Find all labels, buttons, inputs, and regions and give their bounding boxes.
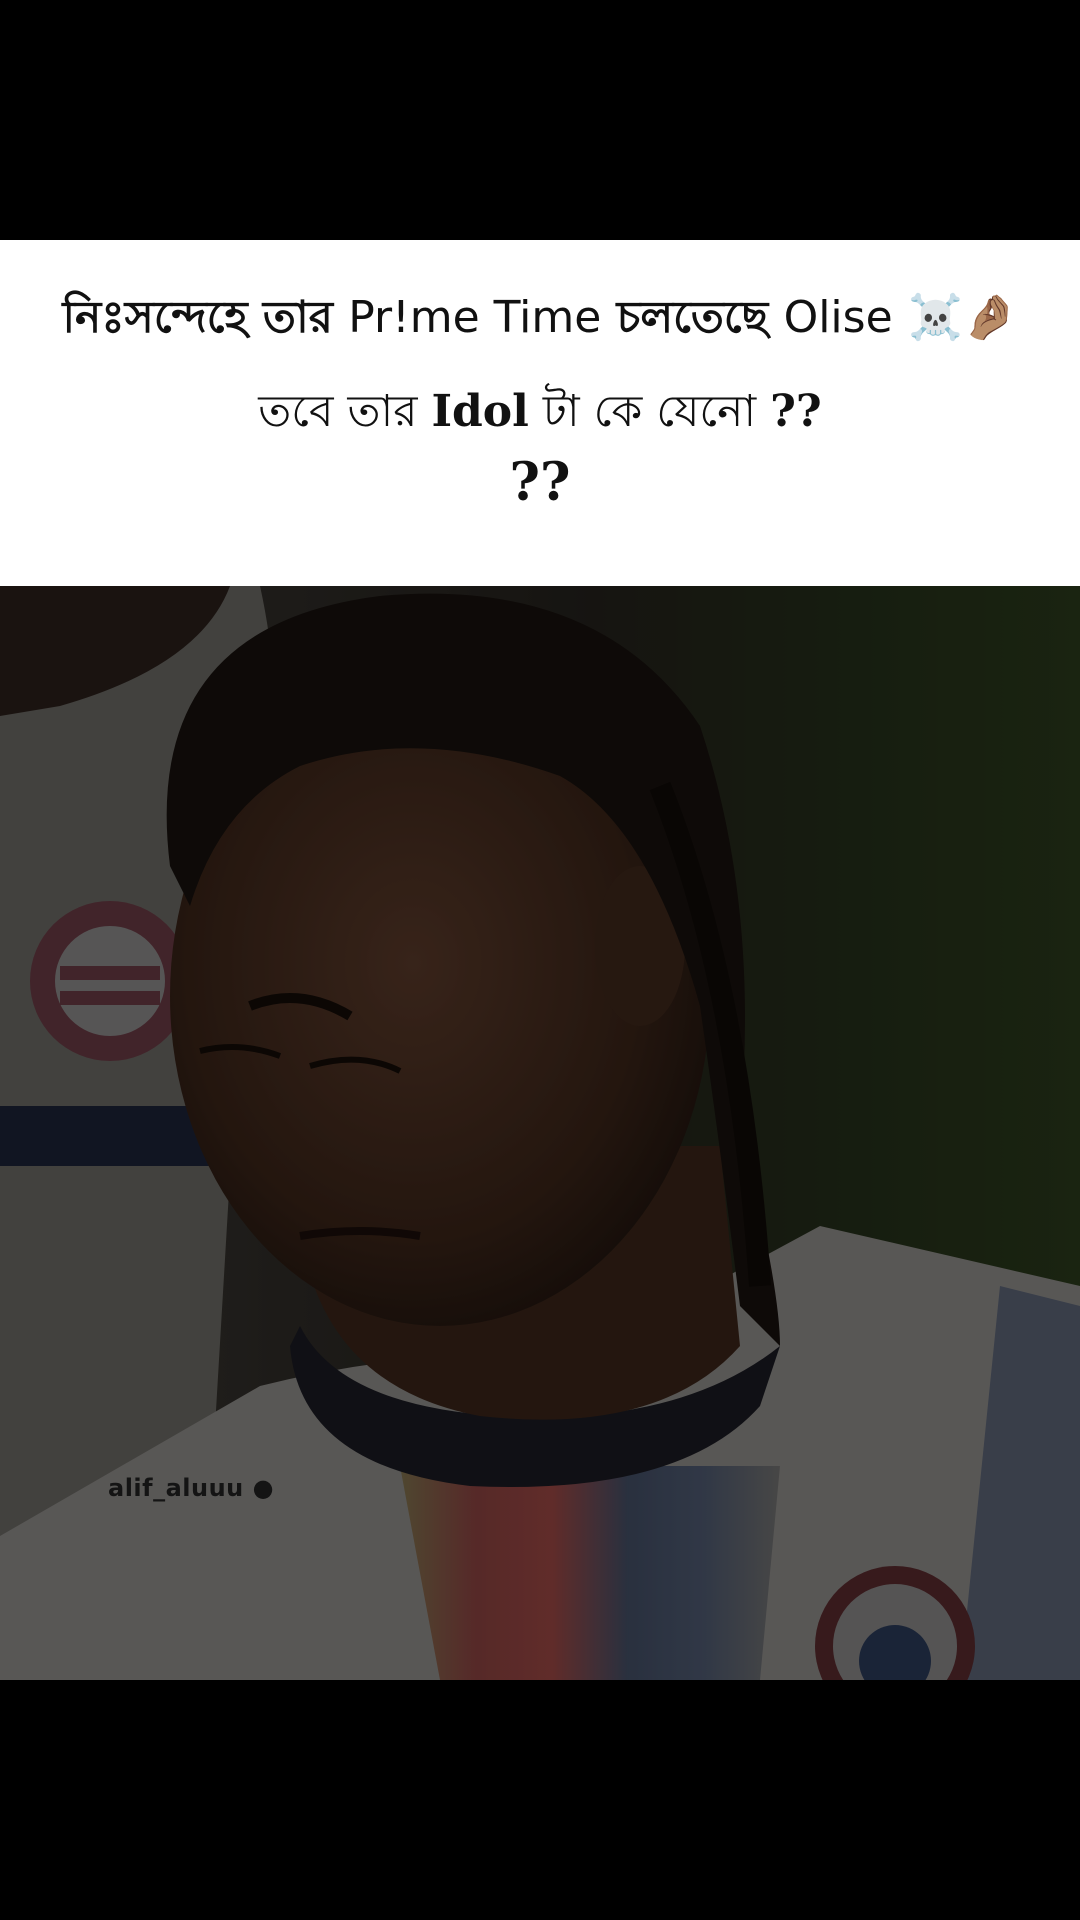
- caption-line-1-text-d: Olise: [783, 292, 893, 343]
- app-frame: নিঃসন্দেহে তার Pr!me Time চলতেছে Olise ☠…: [0, 0, 1080, 1920]
- caption-line-1: নিঃসন্দেহে তার Pr!me Time চলতেছে Olise ☠…: [0, 284, 1080, 357]
- watermark: alif_aluuu ●: [108, 1474, 274, 1502]
- apple-icon: ●: [252, 1474, 275, 1502]
- watermark-text: alif_aluuu: [108, 1474, 253, 1502]
- caption-line-1-text-b: Pr!me Time: [348, 292, 602, 343]
- caption-line-2-text-a: তবে তার: [258, 386, 418, 437]
- caption-line-2: তবে তার Idol টা কে যেনো ??: [0, 378, 1080, 451]
- caption-line-2-text-b: টা কে যেনো: [542, 386, 757, 437]
- video-frame[interactable]: alif_aluuu ●: [0, 586, 1080, 1680]
- caption-line-1-text-a: নিঃসন্দেহে তার: [62, 292, 333, 343]
- caption-line-3: ??: [509, 452, 571, 513]
- caption-line-2-question: ??: [770, 386, 822, 437]
- caption-line-1-text-c: চলতেছে: [616, 292, 769, 343]
- caption-panel: নিঃসন্দেহে তার Pr!me Time চলতেছে Olise ☠…: [0, 240, 1080, 586]
- video-dim-overlay: [0, 586, 1080, 1680]
- caption-line-2-idol: Idol: [431, 386, 529, 437]
- caption-emoji: ☠️🤌🏽: [907, 292, 1018, 343]
